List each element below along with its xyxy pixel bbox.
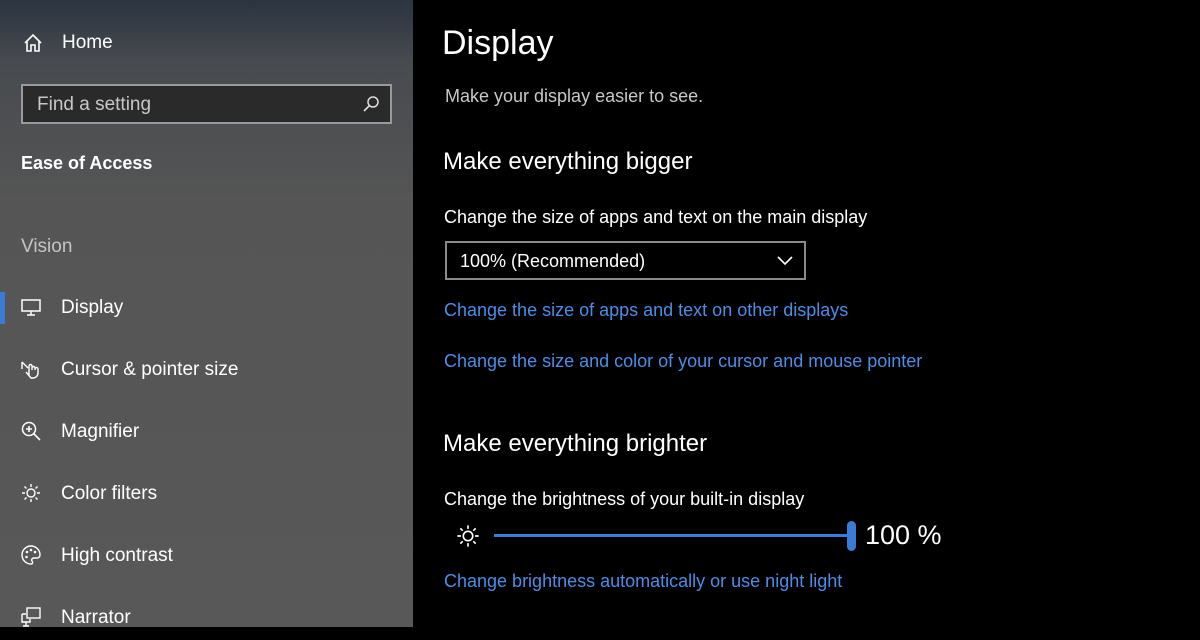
home-label: Home (62, 32, 113, 53)
sidebar-item-narrator[interactable]: Narrator (0, 596, 413, 640)
section-title: Ease of Access (21, 153, 153, 173)
slider-fill (494, 534, 851, 537)
sidebar-item-label: Display (61, 297, 124, 318)
sidebar-item-magnifier[interactable]: Magnifier (0, 410, 413, 454)
search-placeholder: Find a setting (37, 94, 152, 115)
sun-icon (22, 484, 40, 502)
scale-label: Change the size of apps and text on the … (444, 207, 868, 227)
selected-indicator (0, 292, 5, 324)
sidebar-item-label: Magnifier (61, 421, 140, 442)
sidebar: Home Find a setting Ease of Access Visio… (0, 0, 413, 628)
main-content: Display Make your display easier to see.… (413, 0, 1200, 627)
night-light-link[interactable]: Change brightness automatically or use n… (444, 571, 842, 592)
sidebar-item-label: Color filters (61, 483, 158, 504)
sidebar-item-display[interactable]: Display (0, 286, 413, 330)
search-icon (363, 96, 379, 112)
page-title: Display (442, 24, 554, 62)
scale-dropdown[interactable]: 100% (Recommended) (445, 241, 806, 280)
scale-dropdown-value: 100% (Recommended) (460, 251, 646, 271)
brightness-sun-icon (457, 525, 479, 547)
chevron-down-icon (777, 256, 793, 266)
home-link[interactable]: Home (20, 30, 220, 58)
page-subtitle: Make your display easier to see. (445, 86, 704, 106)
sidebar-item-color-filters[interactable]: Color filters (0, 472, 413, 516)
sidebar-item-label: High contrast (61, 545, 173, 566)
brightness-label: Change the brightness of your built-in d… (444, 489, 805, 509)
home-icon (24, 33, 42, 52)
palette-icon (21, 545, 41, 565)
sidebar-item-high-contrast[interactable]: High contrast (0, 534, 413, 578)
brightness-value: 100 % (865, 520, 942, 550)
brightness-slider[interactable] (494, 520, 856, 552)
sidebar-item-cursor[interactable]: Cursor & pointer size (0, 348, 413, 392)
group-label: Vision (21, 236, 73, 257)
sidebar-item-label: Cursor & pointer size (61, 359, 239, 380)
section-heading-brighter: Make everything brighter (443, 430, 708, 457)
section-heading-bigger: Make everything bigger (443, 148, 693, 175)
cursor-settings-link[interactable]: Change the size and color of your cursor… (444, 351, 922, 372)
other-displays-link[interactable]: Change the size of apps and text on othe… (444, 300, 848, 321)
slider-thumb[interactable] (847, 521, 856, 551)
magnifier-icon (21, 421, 41, 441)
monitor-icon (21, 299, 41, 316)
search-input[interactable]: Find a setting (21, 84, 392, 124)
sidebar-item-label: Narrator (61, 607, 131, 628)
cursor-hand-icon (21, 361, 39, 379)
narrator-icon (21, 607, 41, 627)
